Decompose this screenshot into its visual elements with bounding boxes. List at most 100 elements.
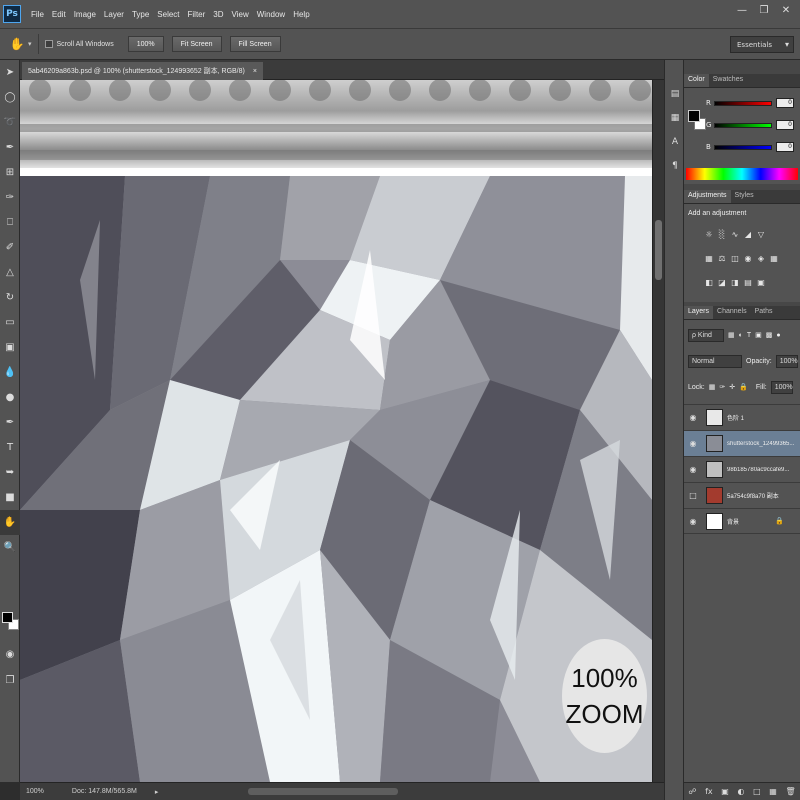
- character-panel-icon[interactable]: A: [665, 130, 685, 154]
- color-balance-icon[interactable]: ⚖: [717, 252, 727, 264]
- tab-paths[interactable]: Paths: [751, 306, 777, 319]
- hidden-eye-icon[interactable]: □: [686, 491, 700, 500]
- exposure-icon[interactable]: ◢: [743, 228, 753, 240]
- color-lookup-icon[interactable]: ▦: [769, 252, 779, 264]
- filter-pixel-icon[interactable]: ▦: [728, 331, 735, 339]
- tab-color[interactable]: Color: [684, 74, 709, 87]
- lock-all-icon[interactable]: 🔒: [739, 383, 748, 391]
- rectangle-tool-icon[interactable]: ■: [0, 485, 20, 510]
- menu-image[interactable]: Image: [70, 10, 100, 19]
- menu-filter[interactable]: Filter: [184, 10, 210, 19]
- fill-screen-button[interactable]: Fill Screen: [229, 36, 281, 52]
- eye-icon[interactable]: ◉: [686, 517, 700, 526]
- layer-kind-filter[interactable]: ρ Kind: [688, 328, 724, 342]
- new-group-icon[interactable]: □: [753, 787, 761, 796]
- vertical-scroll-thumb[interactable]: [655, 220, 662, 280]
- fill-input[interactable]: 100%: [770, 380, 793, 394]
- red-slider[interactable]: [714, 100, 772, 106]
- restore-icon[interactable]: ❐: [758, 5, 770, 16]
- status-zoom[interactable]: 100%: [26, 788, 44, 795]
- dodge-tool-icon[interactable]: ●: [0, 385, 20, 410]
- clone-stamp-tool-icon[interactable]: △: [0, 260, 20, 285]
- menu-select[interactable]: Select: [153, 10, 183, 19]
- photo-filter-icon[interactable]: ◉: [743, 252, 753, 264]
- menu-edit[interactable]: Edit: [48, 10, 70, 19]
- brush-tool-icon[interactable]: ✐: [0, 235, 20, 260]
- layer-row[interactable]: □ 5a754c9f8a70 副本: [684, 482, 800, 508]
- opacity-input[interactable]: 100%: [775, 354, 798, 368]
- channel-mixer-icon[interactable]: ◈: [756, 252, 766, 264]
- menu-3d[interactable]: 3D: [209, 10, 227, 19]
- threshold-icon[interactable]: ◨: [730, 276, 740, 288]
- filter-toggle-icon[interactable]: ●: [776, 332, 780, 339]
- minimize-icon[interactable]: —: [736, 5, 748, 16]
- layer-row[interactable]: ◉ 背景 🔒: [684, 508, 800, 534]
- menu-view[interactable]: View: [228, 10, 253, 19]
- crop-tool-icon[interactable]: ⊞: [0, 160, 20, 185]
- history-brush-tool-icon[interactable]: ↻: [0, 285, 20, 310]
- vertical-scrollbar[interactable]: [652, 80, 664, 782]
- tab-styles[interactable]: Styles: [731, 190, 758, 203]
- black-white-icon[interactable]: ◫: [730, 252, 740, 264]
- curves-icon[interactable]: ∿: [730, 228, 740, 240]
- delete-layer-icon[interactable]: 🗑: [786, 787, 796, 796]
- blue-value[interactable]: 0: [776, 142, 794, 152]
- marquee-tool-icon[interactable]: ◯: [0, 85, 20, 110]
- menu-window[interactable]: Window: [253, 10, 289, 19]
- lasso-tool-icon[interactable]: ➰: [0, 110, 20, 135]
- vibrance-icon[interactable]: ▽: [756, 228, 766, 240]
- green-value[interactable]: 0: [776, 120, 794, 130]
- menu-file[interactable]: File: [27, 10, 48, 19]
- status-doc-size[interactable]: Doc: 147.8M/565.8M: [72, 788, 137, 795]
- eye-icon[interactable]: ◉: [686, 465, 700, 474]
- blend-mode-select[interactable]: Normal: [688, 354, 742, 368]
- filter-type-icon[interactable]: T: [747, 332, 751, 339]
- close-tab-icon[interactable]: ×: [253, 68, 257, 75]
- horizontal-scroll-thumb[interactable]: [248, 788, 398, 795]
- eye-icon[interactable]: ◉: [686, 413, 700, 422]
- eyedropper-tool-icon[interactable]: ✑: [0, 185, 20, 210]
- document-tab[interactable]: 5ab46209a863b.psd @ 100% (shutterstock_1…: [22, 62, 263, 80]
- menu-layer[interactable]: Layer: [100, 10, 128, 19]
- history-panel-icon[interactable]: ▤: [665, 82, 685, 106]
- levels-icon[interactable]: ░: [717, 228, 727, 240]
- eraser-tool-icon[interactable]: ▭: [0, 310, 20, 335]
- quick-mask-icon[interactable]: ◉: [0, 642, 20, 667]
- new-layer-icon[interactable]: ▦: [769, 787, 777, 796]
- eye-icon[interactable]: ◉: [686, 439, 700, 448]
- gradient-map-icon[interactable]: ▤: [743, 276, 753, 288]
- invert-icon[interactable]: ◧: [704, 276, 714, 288]
- add-mask-icon[interactable]: ▣: [721, 787, 729, 796]
- move-tool-icon[interactable]: ➤: [0, 60, 20, 85]
- filter-shape-icon[interactable]: ▣: [755, 331, 762, 339]
- zoom-100-button[interactable]: 100%: [127, 36, 164, 52]
- green-slider[interactable]: [714, 122, 772, 128]
- close-icon[interactable]: ✕: [780, 5, 792, 16]
- red-value[interactable]: 0: [776, 98, 794, 108]
- tab-adjustments[interactable]: Adjustments: [684, 190, 731, 203]
- lock-position-icon[interactable]: ✛: [729, 383, 735, 391]
- properties-panel-icon[interactable]: ▦: [665, 106, 685, 130]
- color-panel-foreground-swatch[interactable]: [688, 110, 700, 122]
- paragraph-panel-icon[interactable]: ¶: [665, 154, 685, 178]
- hand-tool-icon[interactable]: ✋: [0, 510, 20, 535]
- foreground-color-swatch[interactable]: [2, 612, 13, 623]
- layer-row[interactable]: ◉ 98b185780ac9ccafe9...: [684, 456, 800, 482]
- healing-brush-tool-icon[interactable]: ⎕: [0, 210, 20, 235]
- color-spectrum-ramp[interactable]: [686, 168, 798, 180]
- screen-mode-icon[interactable]: ❐: [0, 668, 20, 693]
- path-selection-tool-icon[interactable]: ➥: [0, 460, 20, 485]
- tool-preset-chevron-icon[interactable]: ▾: [28, 40, 32, 48]
- posterize-icon[interactable]: ◪: [717, 276, 727, 288]
- lock-pixels-icon[interactable]: ✑: [719, 383, 725, 391]
- menu-type[interactable]: Type: [128, 10, 153, 19]
- lock-transparent-icon[interactable]: ▦: [709, 383, 716, 391]
- hand-tool-icon[interactable]: ✋: [6, 37, 28, 51]
- type-tool-icon[interactable]: T: [0, 435, 20, 460]
- workspace-select[interactable]: Essentials: [730, 36, 794, 53]
- status-menu-arrow-icon[interactable]: ▸: [155, 788, 159, 796]
- foreground-background-colors[interactable]: [2, 610, 20, 634]
- filter-adjustment-icon[interactable]: ◐: [739, 332, 743, 339]
- layer-style-icon[interactable]: fx: [705, 787, 713, 796]
- pen-tool-icon[interactable]: ✒: [0, 410, 20, 435]
